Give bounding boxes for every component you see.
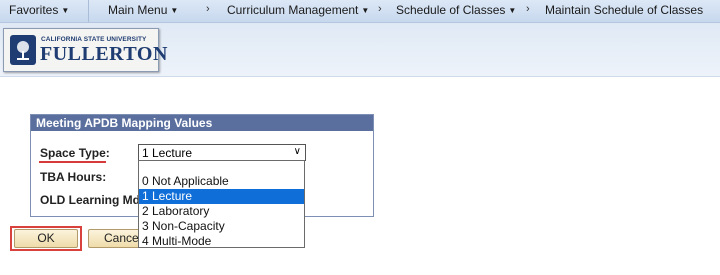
curriculum-label: Curriculum Management <box>227 3 359 17</box>
chevron-down-icon: ▼ <box>508 6 517 15</box>
space-type-label: Space Type: <box>40 146 110 160</box>
header-banner: CALIFORNIA STATE UNIVERSITY FULLERTON <box>0 23 720 77</box>
old-learning-md-label: OLD Learning Md: <box>40 193 144 207</box>
breadcrumb-arrow-icon: › <box>526 3 530 15</box>
option-blank[interactable] <box>139 161 304 174</box>
tba-hours-label: TBA Hours: <box>40 170 107 184</box>
chevron-down-icon: ∨ <box>293 146 301 157</box>
ok-button[interactable]: OK <box>14 229 78 248</box>
space-type-select[interactable]: 1 Lecture ∨ <box>138 144 306 161</box>
main-menu-label: Main Menu <box>108 3 168 17</box>
group-title: Meeting APDB Mapping Values <box>31 115 373 131</box>
label-highlight-underline <box>39 161 106 163</box>
option-lecture[interactable]: 1 Lecture <box>139 189 304 204</box>
option-non-capacity[interactable]: 3 Non-Capacity <box>139 219 304 234</box>
space-type-dropdown-list: 0 Not Applicable 1 Lecture 2 Laboratory … <box>138 160 305 248</box>
nav-divider <box>88 0 89 22</box>
option-multi-mode[interactable]: 4 Multi-Mode <box>139 234 304 249</box>
schedule-of-classes-menu[interactable]: Schedule of Classes ▼ <box>396 3 516 17</box>
maintain-schedule-crumb[interactable]: Maintain Schedule of Classes <box>545 3 703 17</box>
chevron-down-icon: ▼ <box>61 6 70 15</box>
main-menu[interactable]: Main Menu ▼ <box>108 3 178 17</box>
favorites-menu[interactable]: Favorites ▼ <box>9 3 69 17</box>
option-laboratory[interactable]: 2 Laboratory <box>139 204 304 219</box>
schedule-label: Schedule of Classes <box>396 3 506 17</box>
chevron-down-icon: ▼ <box>361 6 370 15</box>
university-logo: CALIFORNIA STATE UNIVERSITY FULLERTON <box>3 28 167 72</box>
breadcrumb-arrow-icon: › <box>378 3 382 15</box>
logo-top-text: CALIFORNIA STATE UNIVERSITY <box>41 36 147 43</box>
maintain-label: Maintain Schedule of Classes <box>545 3 704 17</box>
breadcrumb-arrow-icon: › <box>206 3 210 15</box>
top-nav-bar: Favorites ▼ Main Menu ▼ › Curriculum Manag… <box>0 0 720 23</box>
chevron-down-icon: ▼ <box>170 6 179 15</box>
option-not-applicable[interactable]: 0 Not Applicable <box>139 174 304 189</box>
curriculum-management-menu[interactable]: Curriculum Management ▼ <box>227 3 369 17</box>
seal-icon <box>10 35 36 65</box>
logo-main-text: FULLERTON <box>40 43 168 65</box>
space-type-value: 1 Lecture <box>142 146 193 160</box>
favorites-label: Favorites <box>9 3 59 17</box>
